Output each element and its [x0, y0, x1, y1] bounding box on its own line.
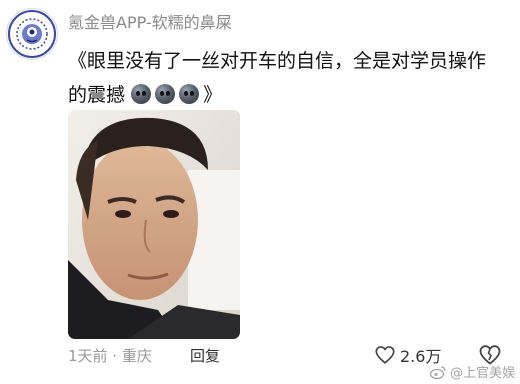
watermark: @上官美娱 [429, 362, 516, 381]
comment-text: 《眼里没有了一丝对开车的自信，全是对学员操作的震撼 》 [68, 44, 488, 112]
sad-face-emoji-icon [131, 84, 152, 104]
photo-image [68, 110, 240, 339]
sad-face-emoji-icon [179, 84, 200, 104]
avatar-badge-icon [8, 10, 56, 58]
reply-button[interactable]: 回复 [190, 345, 220, 366]
heart-icon [375, 346, 395, 364]
comment-closing-bracket: 》 [203, 84, 223, 106]
username[interactable]: 氪金兽APP-软糯的鼻屎 [68, 9, 232, 33]
avatar[interactable] [6, 8, 58, 60]
watermark-text: @上官美娱 [450, 366, 516, 381]
sad-face-emoji-icon [155, 84, 176, 104]
weibo-logo-icon [429, 366, 446, 380]
comment-time-location: 1天前 · 重庆 [68, 347, 152, 365]
comment-photo[interactable] [68, 110, 240, 339]
